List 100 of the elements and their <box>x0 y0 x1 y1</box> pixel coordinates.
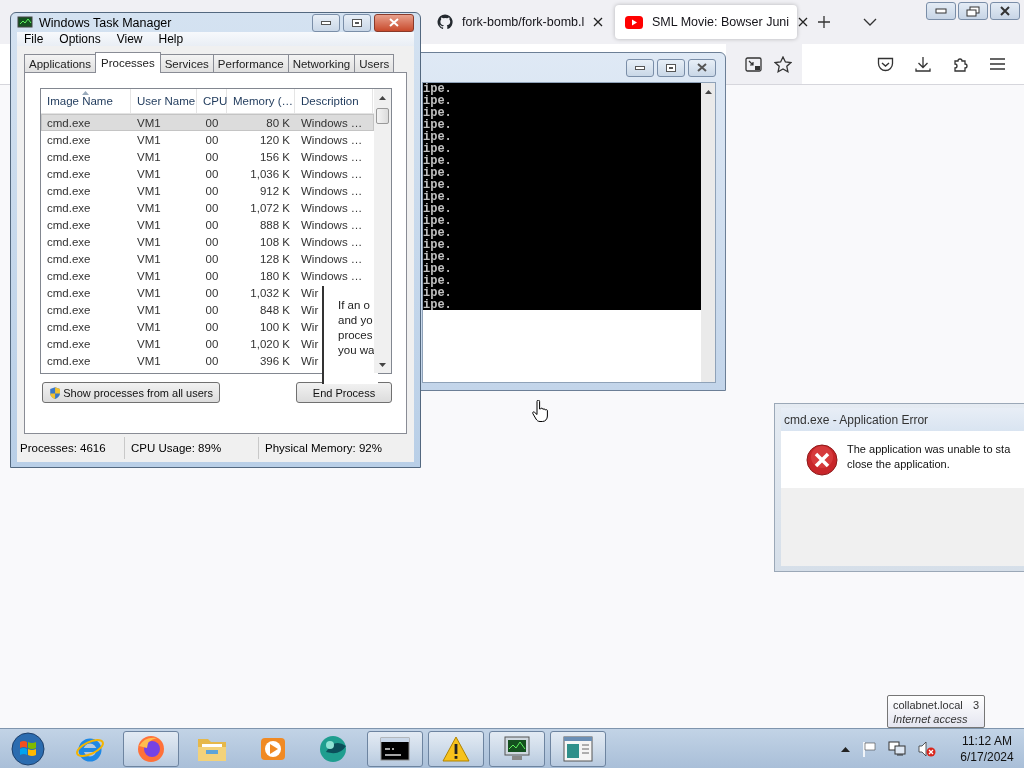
menu-icon[interactable] <box>990 58 1005 70</box>
process-row[interactable]: cmd.exe VM1 00 80 K Windows … <box>41 114 374 131</box>
table-cell-text: 00 <box>204 303 220 316</box>
error-message: close the application. <box>847 456 951 472</box>
chevron-down-icon[interactable] <box>863 18 877 26</box>
tab[interactable]: Applications <box>24 54 96 72</box>
shield-icon <box>49 384 62 401</box>
window-title: Windows Task Manager <box>39 15 172 30</box>
tab[interactable]: Networking <box>287 54 356 72</box>
tab[interactable]: Services <box>159 54 214 72</box>
process-row[interactable]: cmd.exe VM1 00 108 K Windows … <box>41 233 374 250</box>
tab[interactable]: Users <box>354 54 395 72</box>
column-header[interactable]: User Name <box>131 89 197 113</box>
table-cell-text: VM1 <box>136 201 162 214</box>
tooltip-text: proces <box>338 328 374 343</box>
table-cell-text: 80 K <box>265 116 291 129</box>
scrollbar[interactable] <box>701 83 715 382</box>
puzzle-icon[interactable] <box>952 55 969 73</box>
down-arrow-icon[interactable] <box>379 363 386 367</box>
table-cell-text: Windows … <box>300 133 364 146</box>
table-cell-text: cmd.exe <box>46 184 92 197</box>
pocket-icon[interactable] <box>877 56 894 72</box>
process-row[interactable]: cmd.exe VM1 00 1,072 K Windows … <box>41 199 374 216</box>
table-cell-text: Wir <box>300 337 320 350</box>
up-arrow-icon[interactable] <box>704 90 712 94</box>
browser-icon <box>136 733 166 764</box>
process-row[interactable]: cmd.exe VM1 00 180 K Windows … <box>41 267 374 284</box>
scrollbar[interactable] <box>374 89 391 373</box>
restore-button[interactable] <box>958 2 988 20</box>
table-cell-text: Windows … <box>300 252 364 265</box>
table-cell-text: 00 <box>204 133 220 146</box>
picture-in-picture-icon[interactable] <box>745 56 762 72</box>
browser-tab[interactable]: fork-bomb/fork-bomb.l <box>427 5 609 39</box>
table-cell-text: 180 K <box>258 269 291 282</box>
dialog-title: cmd.exe - Application Error <box>783 412 929 427</box>
minimize-button[interactable] <box>926 2 956 20</box>
network-name: collabnet.local <box>893 698 963 712</box>
table-cell-text: 108 K <box>258 235 291 248</box>
network-icon[interactable] <box>888 740 906 757</box>
column-header[interactable]: CPU <box>197 89 227 113</box>
tab[interactable]: Performance <box>212 54 289 72</box>
column-header[interactable]: Memory (… <box>227 89 295 113</box>
table-cell-text: 00 <box>204 150 220 163</box>
taskbar-button[interactable] <box>367 730 423 767</box>
restore-icon <box>966 5 980 17</box>
table-cell-text: Windows … <box>300 218 364 231</box>
minimize-button[interactable] <box>626 58 654 77</box>
process-row[interactable]: cmd.exe VM1 00 888 K Windows … <box>41 216 374 233</box>
close-icon[interactable] <box>798 17 809 27</box>
status-text: Physical Memory: 92% <box>264 441 383 456</box>
table-cell-text: VM1 <box>136 354 162 367</box>
speaker-muted-icon[interactable] <box>918 740 936 757</box>
scroll-thumb[interactable] <box>376 108 389 124</box>
table-cell-text: cmd.exe <box>46 252 92 265</box>
show-all-processes-button[interactable]: Show processes from all users <box>42 382 220 403</box>
maximize-icon <box>666 63 676 72</box>
process-row[interactable]: cmd.exe VM1 00 128 K Windows … <box>41 250 374 267</box>
table-cell-text: cmd.exe <box>46 303 92 316</box>
table-cell-text: 00 <box>204 252 220 265</box>
process-row[interactable]: cmd.exe VM1 00 912 K Windows … <box>41 182 374 199</box>
maximize-icon <box>352 18 362 27</box>
table-cell-text: VM1 <box>136 269 162 282</box>
maximize-button[interactable] <box>343 13 371 32</box>
caret-up-icon[interactable] <box>841 745 850 752</box>
status-text: CPU Usage: 89% <box>125 437 259 459</box>
menu-item[interactable]: Options <box>52 32 108 46</box>
table-cell-text: VM1 <box>136 150 162 163</box>
end-process-button[interactable]: End Process <box>296 382 392 403</box>
start-orb-icon <box>11 731 45 766</box>
menu-item[interactable]: Help <box>151 32 191 46</box>
table-cell-text: 100 K <box>258 320 291 333</box>
menu-item[interactable]: File <box>17 32 51 46</box>
table-cell-text: 00 <box>204 201 220 214</box>
minimize-button[interactable] <box>312 13 340 32</box>
table-cell-text: Windows … <box>300 116 364 129</box>
close-button[interactable] <box>374 13 414 32</box>
tooltip-text: and yo <box>338 313 374 328</box>
process-row[interactable]: cmd.exe VM1 00 156 K Windows … <box>41 148 374 165</box>
tab[interactable]: Processes <box>95 52 161 73</box>
maximize-button[interactable] <box>657 58 685 77</box>
process-row[interactable]: cmd.exe VM1 00 120 K Windows … <box>41 131 374 148</box>
download-icon[interactable] <box>915 56 931 72</box>
column-header[interactable]: Description <box>295 89 373 113</box>
table-cell-text: Windows … <box>300 235 364 248</box>
menu-item[interactable]: View <box>109 32 150 46</box>
address-field[interactable] <box>726 44 802 84</box>
taskbar-button[interactable] <box>489 730 545 767</box>
new-tab-icon[interactable] <box>817 15 831 29</box>
flag-icon[interactable] <box>862 740 876 757</box>
close-button[interactable] <box>990 2 1020 20</box>
cat-logo-icon <box>437 14 453 30</box>
close-icon[interactable] <box>593 17 604 27</box>
up-arrow-icon[interactable] <box>379 96 386 100</box>
star-icon[interactable] <box>774 55 792 73</box>
network-count: 3 <box>972 698 979 712</box>
process-row[interactable]: cmd.exe VM1 00 1,036 K Windows … <box>41 165 374 182</box>
clock[interactable]: 11:12 AM 6/17/2024 <box>954 732 1020 765</box>
close-button[interactable] <box>688 58 716 77</box>
tooltip-text: you wa <box>338 343 375 358</box>
table-cell-text: 120 K <box>258 133 291 146</box>
